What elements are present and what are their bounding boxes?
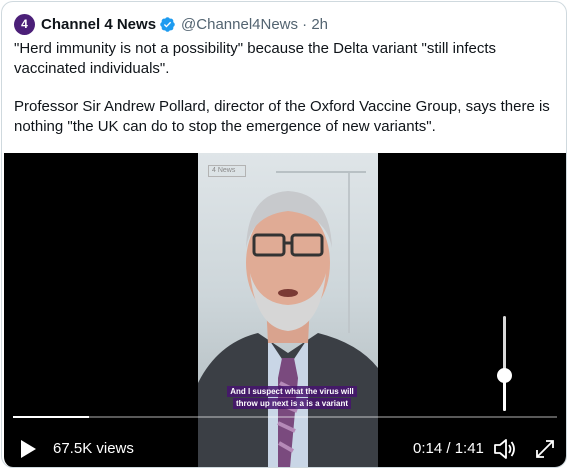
volume-slider-handle[interactable] <box>497 368 512 383</box>
tweet-paragraph-1: "Herd immunity is not a possibility" bec… <box>14 40 497 77</box>
tweet-header: 4 Channel 4 News @Channel4News · 2h <box>14 12 328 36</box>
video-player[interactable]: 4 News And I suspect what the virus will… <box>4 153 566 467</box>
play-icon <box>21 440 36 458</box>
playback-time: 0:14 / 1:41 <box>413 440 484 457</box>
caption-line-2: throw up next is a is a variant <box>232 398 352 409</box>
verified-badge-icon <box>159 16 176 33</box>
progress-bar[interactable] <box>13 416 557 418</box>
volume-button[interactable] <box>493 438 517 460</box>
tweet-paragraph-2: Professor Sir Andrew Pollard, director o… <box>14 98 550 135</box>
play-button[interactable] <box>18 439 38 459</box>
video-caption: And I suspect what the virus will throw … <box>222 386 362 410</box>
author-handle-time[interactable]: @Channel4News · 2h <box>181 16 328 33</box>
progress-bar-fill <box>13 416 90 418</box>
fullscreen-icon <box>536 440 554 458</box>
avatar[interactable]: 4 <box>14 13 35 35</box>
video-controls: 67.5K views 0:14 / 1:41 <box>4 433 566 463</box>
speaker-figure <box>198 191 378 467</box>
tweet-text: "Herd immunity is not a possibility" bec… <box>14 39 554 136</box>
tweet-card: 4 Channel 4 News @Channel4News · 2h "Her… <box>1 1 567 468</box>
fullscreen-button[interactable] <box>534 438 556 460</box>
author-display-name[interactable]: Channel 4 News <box>41 16 156 33</box>
view-count: 67.5K views <box>53 440 134 457</box>
video-frame: 4 News <box>198 153 378 467</box>
caption-line-1: And I suspect what the virus will <box>227 386 357 397</box>
volume-icon <box>494 439 515 459</box>
